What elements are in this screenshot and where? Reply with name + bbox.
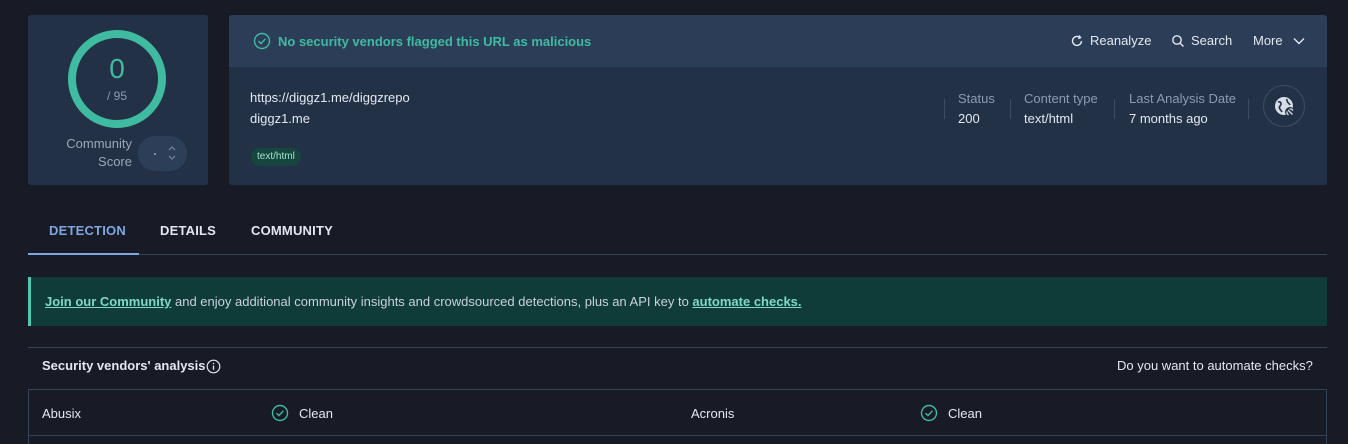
globe-link-icon (1275, 97, 1295, 117)
check-circle-icon (253, 32, 271, 50)
tab-detection[interactable]: DETECTION (49, 223, 126, 238)
community-score-value (154, 153, 156, 155)
detection-count: 0 (109, 53, 125, 84)
content-type-value: text/html (1024, 111, 1074, 126)
content-type-tag[interactable]: text/html (251, 148, 301, 166)
vendor-result: Clean (948, 406, 982, 421)
analyzed-url[interactable]: https://diggz1.me/diggzrepo (250, 90, 410, 105)
vendor-result: Clean (299, 406, 333, 421)
vendor-results-table: Abusix Clean Acronis Clean (28, 389, 1327, 444)
verdict-banner: No security vendors flagged this URL as … (229, 15, 1327, 67)
meta-divider (1114, 99, 1115, 119)
row-divider (29, 435, 1326, 436)
vendor-name: Abusix (42, 406, 82, 421)
vote-arrows-icon[interactable] (167, 143, 177, 163)
info-icon[interactable] (206, 359, 221, 374)
more-dropdown[interactable]: More (1253, 33, 1306, 48)
automate-checks-prompt[interactable]: Do you want to automate checks? (1117, 358, 1313, 373)
promo-text: Join our Community and enjoy additional … (45, 294, 802, 309)
vendor-name: Acronis (691, 406, 735, 421)
check-circle-icon (271, 404, 289, 422)
url-info-card: No security vendors flagged this URL as … (229, 15, 1327, 185)
search-button[interactable]: Search (1171, 33, 1232, 48)
check-circle-icon (920, 404, 938, 422)
chevron-down-icon (1293, 37, 1305, 44)
analyzed-domain[interactable]: diggz1.me (250, 111, 310, 126)
search-icon (1172, 34, 1184, 47)
vendors-analysis-title: Security vendors' analysis (42, 358, 206, 373)
promo-middle-text: and enjoy additional community insights … (171, 294, 693, 309)
reanalyze-button[interactable]: Reanalyze (1070, 33, 1151, 48)
last-analysis-value: 7 months ago (1129, 111, 1208, 126)
status-label: Status (958, 91, 995, 106)
content-type-label: Content type (1024, 91, 1098, 106)
community-score-label: Community Score (66, 136, 132, 169)
verdict-message: No security vendors flagged this URL as … (278, 34, 592, 49)
community-promo-banner: Join our Community and enjoy additional … (28, 277, 1327, 326)
status-value: 200 (958, 111, 980, 126)
automate-checks-link[interactable]: automate checks. (692, 294, 801, 309)
search-label: Search (1191, 33, 1233, 48)
meta-divider (1010, 99, 1011, 119)
community-score-vote[interactable] (138, 136, 187, 171)
more-label: More (1253, 33, 1283, 48)
active-tab-indicator (28, 253, 139, 255)
tab-details[interactable]: DETAILS (160, 223, 216, 238)
reanalyze-label: Reanalyze (1090, 33, 1152, 48)
reanalyze-icon (1071, 34, 1083, 46)
tab-community[interactable]: COMMUNITY (251, 223, 333, 238)
url-globe-button[interactable] (1263, 85, 1305, 127)
join-community-link[interactable]: Join our Community (45, 294, 171, 309)
detection-score-card: 0 / 95 Community Score (28, 15, 208, 185)
vendors-divider (28, 347, 1327, 348)
meta-divider (1248, 99, 1249, 119)
meta-divider (944, 99, 945, 119)
tabs-divider (28, 254, 1327, 255)
last-analysis-label: Last Analysis Date (1129, 91, 1236, 106)
vendor-total: / 95 (106, 89, 127, 103)
